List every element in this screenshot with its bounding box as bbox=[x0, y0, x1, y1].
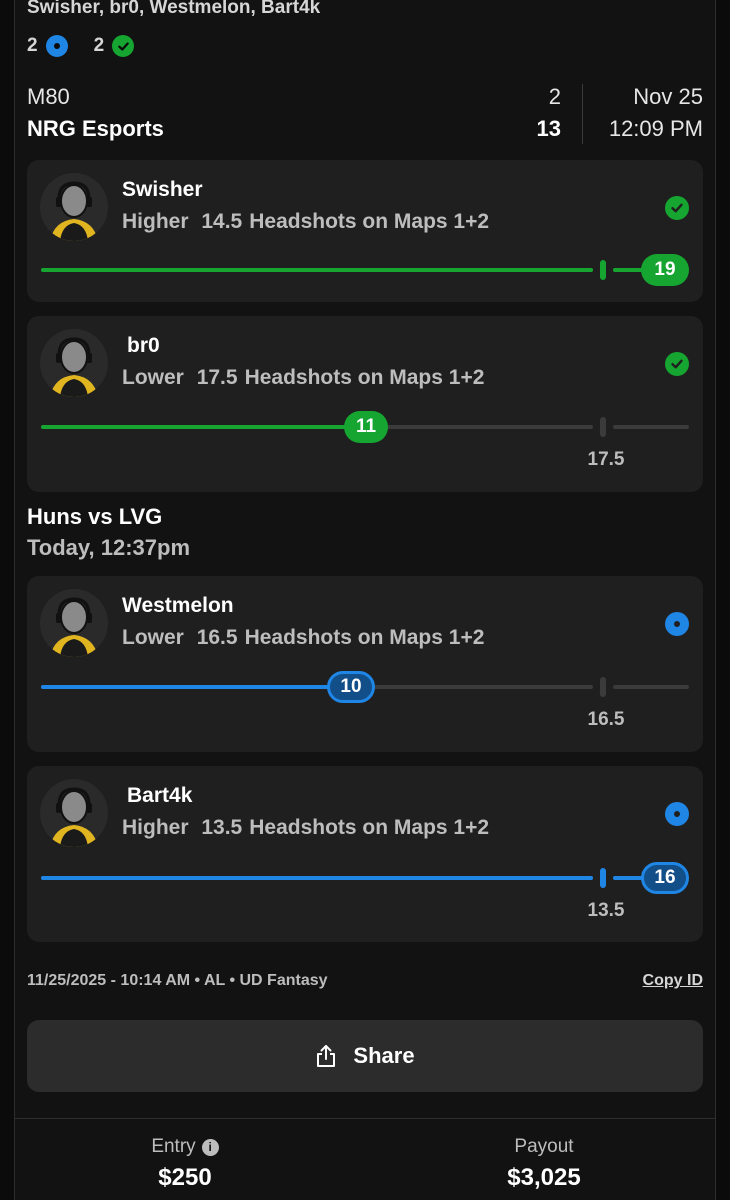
line-marker bbox=[600, 417, 606, 437]
progress-track: 11 17.5 bbox=[41, 411, 689, 470]
won-count: 2 bbox=[93, 35, 105, 56]
result-badge: 11 bbox=[344, 411, 388, 443]
player-name: br0 bbox=[127, 334, 160, 357]
entry-label: Entry bbox=[151, 1136, 196, 1157]
pending-icon bbox=[665, 802, 689, 826]
pending-icon bbox=[665, 612, 689, 636]
line-label: 16.5 bbox=[587, 709, 625, 730]
pick-card[interactable]: br0 Lower 17.5 Headshots on Maps 1+2 11 1… bbox=[27, 316, 703, 492]
result-badge: 10 bbox=[327, 671, 375, 703]
avatar bbox=[40, 173, 108, 241]
pick-line: Lower 16.5 Headshots on Maps 1+2 bbox=[122, 626, 485, 649]
progress-track: 19 bbox=[41, 254, 689, 286]
footer-divider bbox=[14, 1118, 716, 1119]
player-name: Bart4k bbox=[127, 784, 193, 807]
payout-label: Payout bbox=[514, 1136, 574, 1157]
player-name: Westmelon bbox=[122, 594, 234, 617]
match-title: Huns vs LVG bbox=[27, 504, 163, 529]
line-label: 17.5 bbox=[587, 449, 625, 470]
line-marker bbox=[600, 677, 606, 697]
avatar bbox=[40, 329, 108, 397]
match-header: M80 NRG Esports 2 13 Nov 25 12:09 PM bbox=[27, 84, 703, 146]
share-icon bbox=[317, 1045, 336, 1067]
payout-value: $3,025 bbox=[507, 1164, 581, 1191]
entry-meta: 11/25/2025 - 10:14 AM • AL • UD Fantasy bbox=[27, 972, 328, 989]
check-icon bbox=[112, 35, 135, 57]
match-time: 12:09 PM bbox=[608, 116, 703, 141]
pick-line: Higher 14.5 Headshots on Maps 1+2 bbox=[122, 210, 490, 233]
pick-card[interactable]: Swisher Higher 14.5 Headshots on Maps 1+2… bbox=[27, 160, 703, 302]
match-time: Today, 12:37pm bbox=[27, 535, 191, 560]
info-icon[interactable]: i bbox=[201, 1138, 219, 1156]
match-date: Nov 25 bbox=[633, 84, 703, 109]
pick-card[interactable]: Westmelon Lower 16.5 Headshots on Maps 1+… bbox=[27, 576, 703, 752]
share-label: Share bbox=[353, 1043, 415, 1068]
pending-icon bbox=[45, 35, 68, 57]
copy-id-link[interactable]: Copy ID bbox=[643, 972, 703, 990]
avatar bbox=[40, 589, 108, 657]
line-marker bbox=[600, 260, 606, 280]
pick-card[interactable]: Bart4k Higher 13.5 Headshots on Maps 1+2 … bbox=[27, 766, 703, 942]
team-a-score: 2 bbox=[548, 84, 561, 109]
team-b-score: 13 bbox=[536, 116, 561, 141]
pick-line: Higher 13.5 Headshots on Maps 1+2 bbox=[122, 816, 490, 839]
payout-summary: Payout $3,025 bbox=[394, 1136, 694, 1192]
avatar bbox=[40, 779, 108, 847]
entry-value: $250 bbox=[158, 1164, 212, 1191]
progress-track: 10 16.5 bbox=[41, 671, 689, 730]
status-summary: 2 2 bbox=[27, 35, 135, 57]
check-icon bbox=[665, 196, 689, 220]
line-label: 13.5 bbox=[587, 900, 625, 921]
entry-summary: Entry i $250 bbox=[35, 1136, 335, 1192]
result-badge: 19 bbox=[641, 254, 689, 286]
team-b-name: NRG Esports bbox=[27, 116, 164, 141]
result-badge: 16 bbox=[641, 862, 689, 894]
team-a-name: M80 bbox=[27, 84, 70, 109]
check-icon bbox=[665, 352, 689, 376]
divider bbox=[582, 84, 583, 144]
pick-line: Lower 17.5 Headshots on Maps 1+2 bbox=[122, 366, 485, 389]
player-name: Swisher bbox=[122, 178, 203, 201]
line-marker bbox=[600, 868, 606, 888]
progress-track: 16 13.5 bbox=[41, 862, 689, 921]
players-summary: Swisher, br0, Westmelon, Bart4k bbox=[27, 0, 321, 18]
share-button[interactable]: Share bbox=[27, 1020, 703, 1092]
pending-count: 2 bbox=[27, 35, 38, 56]
